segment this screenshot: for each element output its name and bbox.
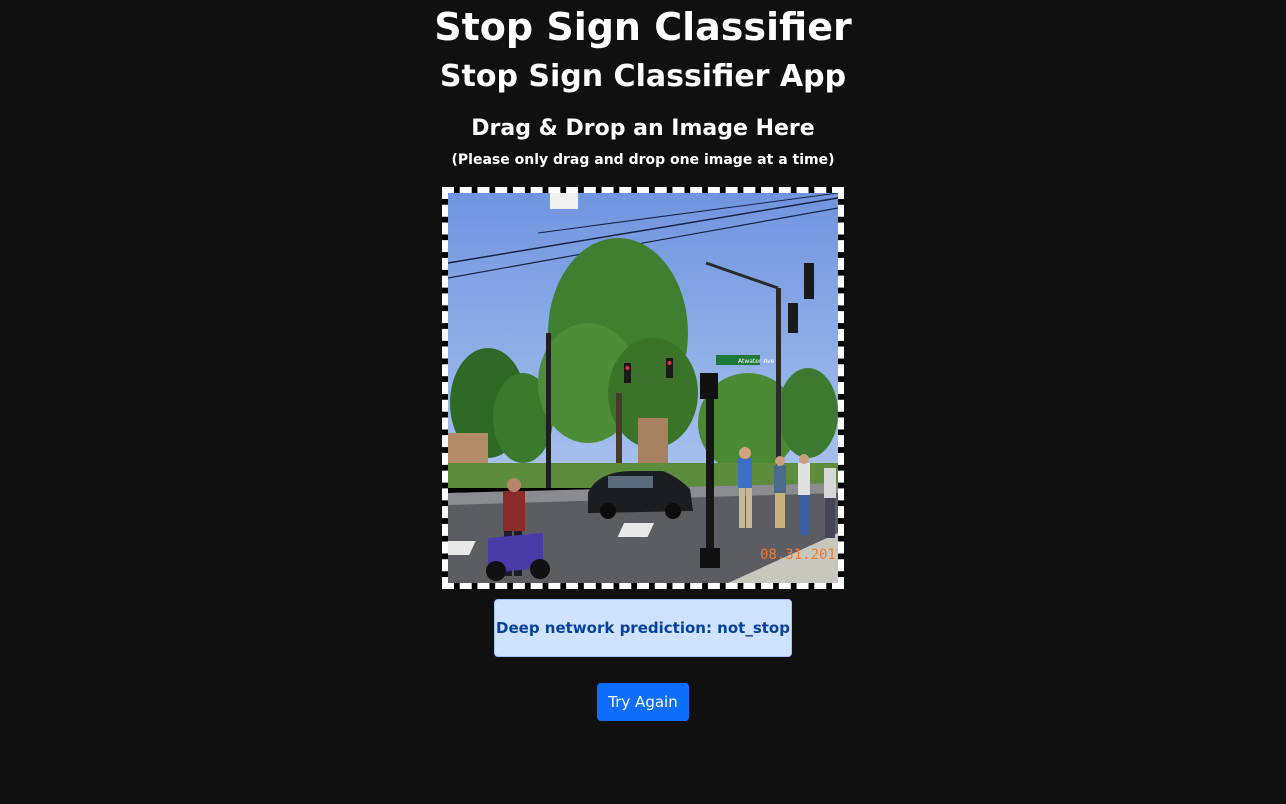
street-sign-text: Atwater Ave xyxy=(738,358,775,365)
uploaded-image-preview: 08.31.2011 Atwater Ave xyxy=(448,193,838,583)
app-subtitle: Stop Sign Classifier App xyxy=(439,59,847,94)
app-page: Stop Sign Classifier Stop Sign Classifie… xyxy=(0,0,1286,804)
image-drop-zone[interactable]: 08.31.2011 Atwater Ave xyxy=(442,187,844,589)
photo-date-stamp: 08.31.2011 xyxy=(760,547,838,563)
drop-heading: Drag & Drop an Image Here xyxy=(471,116,815,141)
page-title: Stop Sign Classifier xyxy=(434,5,852,49)
prediction-alert: Deep network prediction: not_stop xyxy=(494,599,792,657)
try-again-button[interactable]: Try Again xyxy=(597,683,689,721)
drop-instructions: (Please only drag and drop one image at … xyxy=(451,152,835,168)
